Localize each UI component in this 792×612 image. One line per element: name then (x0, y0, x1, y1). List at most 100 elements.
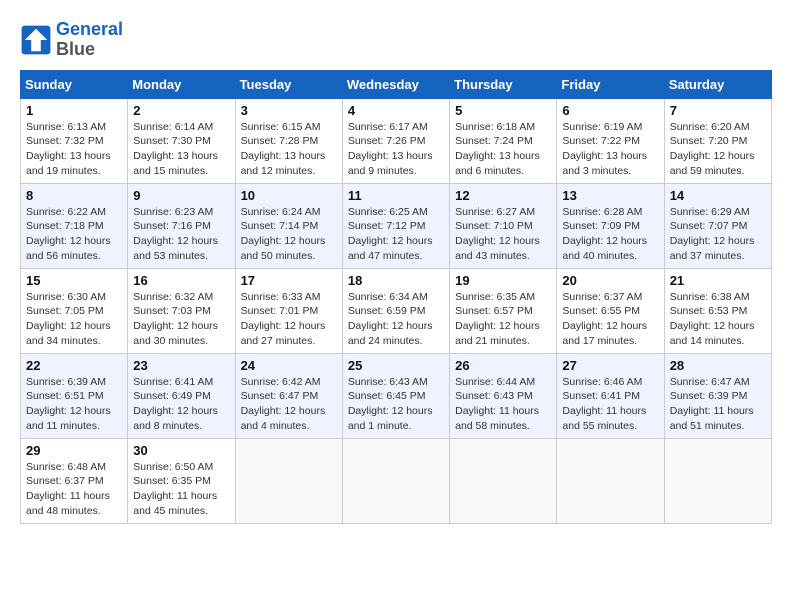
day-number: 23 (133, 358, 229, 373)
calendar-cell: 2 Sunrise: 6:14 AMSunset: 7:30 PMDaylight… (128, 98, 235, 183)
calendar-cell: 19Sunrise: 6:35 AMSunset: 6:57 PMDayligh… (450, 268, 557, 353)
day-info: Sunrise: 6:25 AMSunset: 7:12 PMDaylight:… (348, 205, 444, 264)
calendar-header-tuesday: Tuesday (235, 70, 342, 98)
calendar-cell: 25 Sunrise: 6:43 AMSunset: 6:45 PMDayligh… (342, 353, 449, 438)
day-number: 8 (26, 188, 122, 203)
day-number: 30 (133, 443, 229, 458)
day-info: Sunrise: 6:23 AMSunset: 7:16 PMDaylight:… (133, 205, 229, 264)
calendar-cell: 14Sunrise: 6:29 AMSunset: 7:07 PMDayligh… (664, 183, 771, 268)
day-info: Sunrise: 6:14 AMSunset: 7:30 PMDaylight:… (133, 120, 229, 179)
page-header: GeneralBlue (20, 20, 772, 60)
calendar-header-row: SundayMondayTuesdayWednesdayThursdayFrid… (21, 70, 772, 98)
calendar-cell (235, 438, 342, 523)
calendar-cell: 11 Sunrise: 6:25 AMSunset: 7:12 PMDayligh… (342, 183, 449, 268)
calendar-header-friday: Friday (557, 70, 664, 98)
calendar-cell: 5 Sunrise: 6:18 AMSunset: 7:24 PMDaylight… (450, 98, 557, 183)
calendar-header-thursday: Thursday (450, 70, 557, 98)
day-info: Sunrise: 6:33 AMSunset: 7:01 PMDaylight:… (241, 290, 337, 349)
day-info: Sunrise: 6:50 AMSunset: 6:35 PMDaylight:… (133, 460, 229, 519)
day-info: Sunrise: 6:35 AMSunset: 6:57 PMDaylight:… (455, 290, 551, 349)
calendar-header-monday: Monday (128, 70, 235, 98)
calendar-cell: 8 Sunrise: 6:22 AMSunset: 7:18 PMDaylight… (21, 183, 128, 268)
calendar-cell: 20 Sunrise: 6:37 AMSunset: 6:55 PMDayligh… (557, 268, 664, 353)
calendar-cell: 15Sunrise: 6:30 AMSunset: 7:05 PMDayligh… (21, 268, 128, 353)
day-number: 2 (133, 103, 229, 118)
calendar-cell: 22 Sunrise: 6:39 AMSunset: 6:51 PMDayligh… (21, 353, 128, 438)
day-info: Sunrise: 6:42 AMSunset: 6:47 PMDaylight:… (241, 375, 337, 434)
day-number: 10 (241, 188, 337, 203)
calendar-cell: 16 Sunrise: 6:32 AMSunset: 7:03 PMDayligh… (128, 268, 235, 353)
calendar-cell: 17 Sunrise: 6:33 AMSunset: 7:01 PMDayligh… (235, 268, 342, 353)
calendar-week-row: 22 Sunrise: 6:39 AMSunset: 6:51 PMDayligh… (21, 353, 772, 438)
calendar-week-row: 1 Sunrise: 6:13 AMSunset: 7:32 PMDaylight… (21, 98, 772, 183)
calendar-week-row: 8 Sunrise: 6:22 AMSunset: 7:18 PMDaylight… (21, 183, 772, 268)
day-number: 20 (562, 273, 658, 288)
calendar-week-row: 15Sunrise: 6:30 AMSunset: 7:05 PMDayligh… (21, 268, 772, 353)
day-number: 16 (133, 273, 229, 288)
day-number: 27 (562, 358, 658, 373)
day-info: Sunrise: 6:27 AMSunset: 7:10 PMDaylight:… (455, 205, 551, 264)
day-info: Sunrise: 6:43 AMSunset: 6:45 PMDaylight:… (348, 375, 444, 434)
day-number: 18 (348, 273, 444, 288)
day-number: 26 (455, 358, 551, 373)
day-number: 22 (26, 358, 122, 373)
calendar-week-row: 29 Sunrise: 6:48 AMSunset: 6:37 PMDayligh… (21, 438, 772, 523)
day-info: Sunrise: 6:28 AMSunset: 7:09 PMDaylight:… (562, 205, 658, 264)
day-info: Sunrise: 6:37 AMSunset: 6:55 PMDaylight:… (562, 290, 658, 349)
calendar-cell (342, 438, 449, 523)
day-number: 29 (26, 443, 122, 458)
day-number: 11 (348, 188, 444, 203)
calendar-header-saturday: Saturday (664, 70, 771, 98)
day-number: 1 (26, 103, 122, 118)
calendar-cell: 12Sunrise: 6:27 AMSunset: 7:10 PMDayligh… (450, 183, 557, 268)
calendar-cell: 23 Sunrise: 6:41 AMSunset: 6:49 PMDayligh… (128, 353, 235, 438)
logo-icon (20, 24, 52, 56)
day-info: Sunrise: 6:46 AMSunset: 6:41 PMDaylight:… (562, 375, 658, 434)
day-number: 17 (241, 273, 337, 288)
calendar-cell: 7 Sunrise: 6:20 AMSunset: 7:20 PMDaylight… (664, 98, 771, 183)
day-info: Sunrise: 6:38 AMSunset: 6:53 PMDaylight:… (670, 290, 766, 349)
day-number: 28 (670, 358, 766, 373)
calendar-header-wednesday: Wednesday (342, 70, 449, 98)
day-info: Sunrise: 6:13 AMSunset: 7:32 PMDaylight:… (26, 120, 122, 179)
calendar-cell: 26 Sunrise: 6:44 AMSunset: 6:43 PMDayligh… (450, 353, 557, 438)
day-info: Sunrise: 6:34 AMSunset: 6:59 PMDaylight:… (348, 290, 444, 349)
calendar-cell: 9 Sunrise: 6:23 AMSunset: 7:16 PMDaylight… (128, 183, 235, 268)
day-info: Sunrise: 6:48 AMSunset: 6:37 PMDaylight:… (26, 460, 122, 519)
calendar-cell: 21 Sunrise: 6:38 AMSunset: 6:53 PMDayligh… (664, 268, 771, 353)
calendar-cell: 28 Sunrise: 6:47 AMSunset: 6:39 PMDayligh… (664, 353, 771, 438)
calendar-cell: 24 Sunrise: 6:42 AMSunset: 6:47 PMDayligh… (235, 353, 342, 438)
day-info: Sunrise: 6:15 AMSunset: 7:28 PMDaylight:… (241, 120, 337, 179)
day-info: Sunrise: 6:22 AMSunset: 7:18 PMDaylight:… (26, 205, 122, 264)
day-number: 9 (133, 188, 229, 203)
calendar-cell: 6Sunrise: 6:19 AMSunset: 7:22 PMDaylight… (557, 98, 664, 183)
day-info: Sunrise: 6:18 AMSunset: 7:24 PMDaylight:… (455, 120, 551, 179)
calendar-cell: 3 Sunrise: 6:15 AMSunset: 7:28 PMDaylight… (235, 98, 342, 183)
day-info: Sunrise: 6:20 AMSunset: 7:20 PMDaylight:… (670, 120, 766, 179)
day-number: 25 (348, 358, 444, 373)
day-number: 5 (455, 103, 551, 118)
day-info: Sunrise: 6:32 AMSunset: 7:03 PMDaylight:… (133, 290, 229, 349)
calendar-cell: 13 Sunrise: 6:28 AMSunset: 7:09 PMDayligh… (557, 183, 664, 268)
day-info: Sunrise: 6:24 AMSunset: 7:14 PMDaylight:… (241, 205, 337, 264)
calendar-cell: 30 Sunrise: 6:50 AMSunset: 6:35 PMDayligh… (128, 438, 235, 523)
calendar-cell (557, 438, 664, 523)
day-info: Sunrise: 6:41 AMSunset: 6:49 PMDaylight:… (133, 375, 229, 434)
calendar-cell: 29 Sunrise: 6:48 AMSunset: 6:37 PMDayligh… (21, 438, 128, 523)
day-number: 3 (241, 103, 337, 118)
day-number: 14 (670, 188, 766, 203)
day-number: 24 (241, 358, 337, 373)
day-number: 13 (562, 188, 658, 203)
day-info: Sunrise: 6:19 AMSunset: 7:22 PMDaylight:… (562, 120, 658, 179)
day-info: Sunrise: 6:47 AMSunset: 6:39 PMDaylight:… (670, 375, 766, 434)
day-number: 21 (670, 273, 766, 288)
day-number: 7 (670, 103, 766, 118)
day-number: 15 (26, 273, 122, 288)
calendar-cell: 27 Sunrise: 6:46 AMSunset: 6:41 PMDayligh… (557, 353, 664, 438)
day-info: Sunrise: 6:17 AMSunset: 7:26 PMDaylight:… (348, 120, 444, 179)
calendar-cell: 18 Sunrise: 6:34 AMSunset: 6:59 PMDayligh… (342, 268, 449, 353)
day-info: Sunrise: 6:39 AMSunset: 6:51 PMDaylight:… (26, 375, 122, 434)
day-info: Sunrise: 6:44 AMSunset: 6:43 PMDaylight:… (455, 375, 551, 434)
calendar-cell: 4Sunrise: 6:17 AMSunset: 7:26 PMDaylight… (342, 98, 449, 183)
calendar-cell (450, 438, 557, 523)
